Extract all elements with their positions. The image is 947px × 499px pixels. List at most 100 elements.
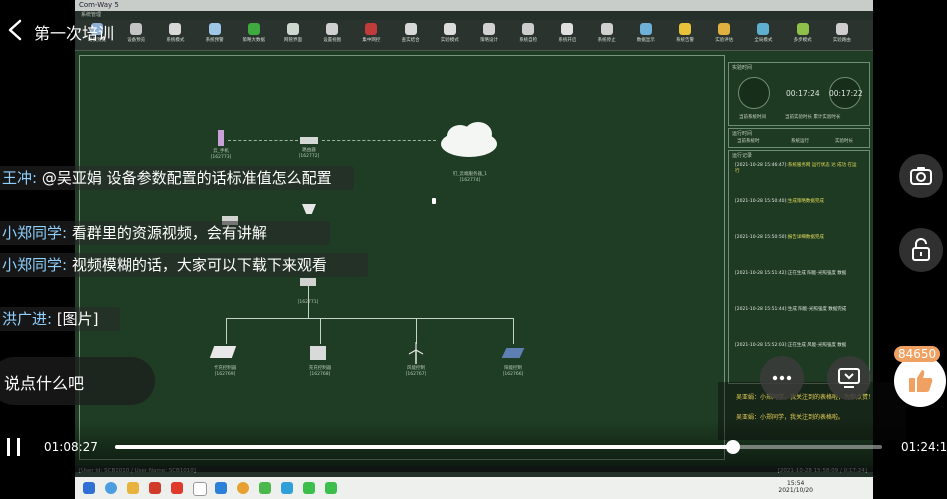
pause-icon[interactable] xyxy=(3,436,25,458)
log-timestamp: [2021-10-28 15:50:40]: xyxy=(735,199,788,204)
toolbar-button[interactable]: 策略大数据 xyxy=(236,22,272,48)
link-line xyxy=(308,286,309,318)
toolbar-label: 设备预览 xyxy=(127,38,146,43)
app-icon[interactable] xyxy=(237,482,249,494)
phone-icon xyxy=(218,130,224,146)
app-icon[interactable] xyxy=(281,482,293,494)
router-icon xyxy=(300,137,318,144)
panel-title: 运行记录 xyxy=(732,153,753,159)
app-icon[interactable] xyxy=(259,482,271,494)
toolbar-button[interactable]: 设备预览 xyxy=(118,22,154,48)
search-icon[interactable] xyxy=(105,482,117,494)
cloud-icon xyxy=(441,122,497,157)
unlock-icon xyxy=(912,238,930,261)
toolbar-icon xyxy=(561,23,574,35)
toolbar-button[interactable]: 策略设计 xyxy=(471,22,507,48)
toolbar-button[interactable]: 系统预警 xyxy=(197,22,233,48)
app-toolbar: 场景预览 设备预览 系统模式 系统预警 策略大数据 网管界面 设置视图 集中网控 查实结合 实验模… xyxy=(75,20,873,51)
toolbar-icon xyxy=(404,23,417,35)
screen-lock-button[interactable] xyxy=(899,228,943,272)
toolbar-label: 实验模式 xyxy=(440,38,459,43)
log-timestamp: [2021-10-28 15:51:42]: xyxy=(735,271,788,276)
toolbar-button[interactable]: 系统告警 xyxy=(667,22,703,48)
toolbar-icon xyxy=(247,23,260,35)
phone-node-label: 云_手机 [162773] xyxy=(210,149,232,160)
cast-button[interactable] xyxy=(827,356,871,400)
toolbar-button[interactable]: 系统自检 xyxy=(510,22,546,48)
toolbar-button[interactable]: 多步模式 xyxy=(785,22,821,48)
link-line xyxy=(416,318,417,344)
device-label: 充充控制器 [162768] xyxy=(308,366,332,377)
toolbar-button[interactable]: 数据显示 xyxy=(628,22,664,48)
app-icon[interactable] xyxy=(193,482,207,496)
toolbar-button[interactable]: 系统停止 xyxy=(589,22,625,48)
experiment-time-box: 实验时间 00:17:24 00:17:22 当前系统时间 当前实验时长 累计实… xyxy=(728,62,870,126)
app-icon[interactable] xyxy=(303,482,315,494)
toolbar-icon xyxy=(600,23,613,35)
like-button[interactable] xyxy=(894,355,946,407)
chat-message: 洪广进: [图片] xyxy=(0,307,120,331)
toolbar-label: 系统自检 xyxy=(519,38,538,43)
total-time: 00:17:22 xyxy=(829,89,863,98)
chat-user: 王冲: xyxy=(2,169,38,187)
link-line xyxy=(320,318,321,344)
toolbar-label: 系统开启 xyxy=(558,38,577,43)
toolbar-icon xyxy=(796,23,809,35)
mode-label: 系统运行 xyxy=(791,139,809,144)
app-icon[interactable] xyxy=(171,482,183,494)
device-label: 阳能控制 [162766] xyxy=(502,366,524,377)
toolbar-icon xyxy=(169,23,182,35)
charger-icon xyxy=(209,346,237,358)
more-button[interactable] xyxy=(760,356,804,400)
chevron-left-icon[interactable] xyxy=(6,18,24,42)
bus-line xyxy=(226,318,514,319)
current-time: 00:17:24 xyxy=(786,89,820,98)
toolbar-label: 多步模式 xyxy=(793,38,812,43)
toolbar-label: 系统告警 xyxy=(676,38,694,43)
camera-button[interactable] xyxy=(899,154,943,198)
toolbar-button[interactable]: 实验路由 xyxy=(824,22,860,48)
toolbar-button[interactable]: 系统开启 xyxy=(549,22,585,48)
more-icon xyxy=(772,375,792,381)
toolbar-button[interactable]: 全局模式 xyxy=(745,22,781,48)
chat-text: @吴亚娟 设备参数配置的话标准值怎么配置 xyxy=(37,169,332,187)
toolbar-button[interactable]: 查实结合 xyxy=(393,22,429,48)
folder-icon[interactable] xyxy=(127,482,139,494)
toolbar-label: 策略设计 xyxy=(480,38,498,43)
hub-icon xyxy=(302,204,316,214)
toolbar-label: 系统预警 xyxy=(205,38,224,43)
toolbar-icon xyxy=(718,23,731,35)
link-line xyxy=(322,140,436,141)
toolbar-icon xyxy=(130,23,143,35)
panel-title: 实验时间 xyxy=(732,65,753,71)
log-entry: [2021-10-28 15:50:50]:报告详细数据完成 xyxy=(735,235,861,241)
chat-text: 看群里的资源视频，会有讲解 xyxy=(67,224,267,242)
mode-label: 当前系统时 xyxy=(737,139,760,144)
log-entry: [2021-10-28 15:51:42]:正在生成 阳能-光照强度 数据 xyxy=(735,271,861,277)
toolbar-button[interactable]: 网管界面 xyxy=(275,22,311,48)
log-text: 正在生成 阳能-光照强度 数据 xyxy=(787,271,847,276)
windows-start-icon[interactable] xyxy=(83,482,95,494)
toolbar-button[interactable]: 设置视图 xyxy=(314,22,350,48)
log-timestamp: [2021-10-28 15:50:50]: xyxy=(735,235,788,240)
comment-placeholder[interactable]: 说点什么吧 xyxy=(4,370,84,394)
toolbar-button[interactable]: 实验评估 xyxy=(706,22,742,48)
log-text: 报告详细数据完成 xyxy=(787,235,824,240)
app-icon[interactable] xyxy=(325,482,337,494)
cloud-node-label: 钉_云端服务器_1 [162774] xyxy=(452,172,488,183)
log-entry: [2021-10-28 15:46:47]:系统服务网 运行状态 达 成功 在运… xyxy=(735,163,861,175)
controller-icon xyxy=(310,346,326,360)
log-text: 正在生成 风能-光照强度 数据 xyxy=(787,343,847,348)
link-line xyxy=(226,318,227,344)
app-icon[interactable] xyxy=(215,482,227,494)
toolbar-label: 设置视图 xyxy=(323,38,342,43)
toolbar-icon xyxy=(679,23,691,35)
app-title: Com-Way 5 xyxy=(79,1,119,9)
clock-icon xyxy=(738,77,770,109)
toolbar-button[interactable]: 实验模式 xyxy=(432,22,468,48)
stream-title: 第一次培训 xyxy=(34,24,115,43)
toolbar-button[interactable]: 集中网控 xyxy=(353,22,389,48)
log-entry: [2021-10-28 15:50:40]:生成策略数据完成 xyxy=(735,199,861,205)
toolbar-button[interactable]: 系统模式 xyxy=(157,22,193,48)
app-icon[interactable] xyxy=(149,482,161,494)
